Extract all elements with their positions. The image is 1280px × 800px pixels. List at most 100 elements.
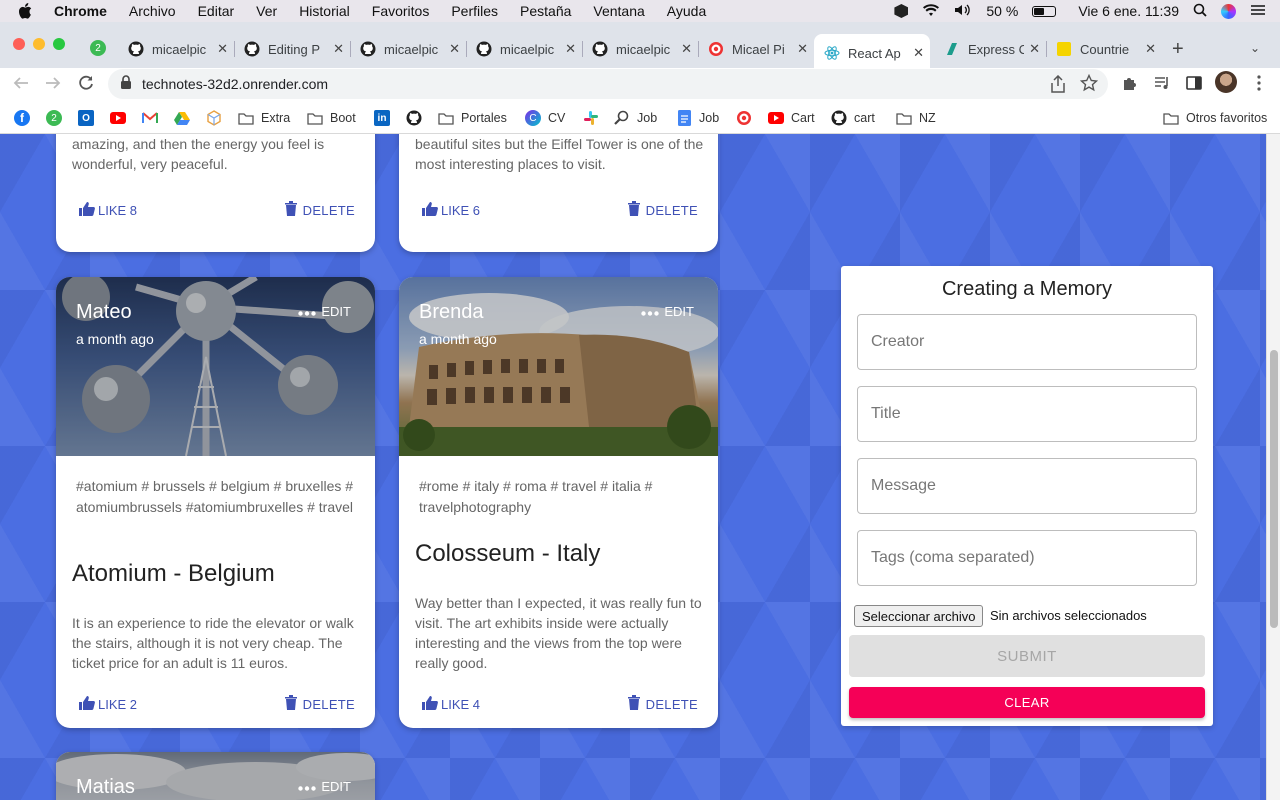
like-button[interactable]: LIKE 2 — [78, 695, 137, 714]
bookmark-github[interactable] — [406, 108, 429, 128]
tab-github-2[interactable]: micaelpic ✕ — [350, 34, 467, 64]
delete-button[interactable]: DELETE — [627, 695, 698, 713]
delete-button[interactable]: DELETE — [284, 695, 355, 713]
menu-app-name[interactable]: Chrome — [54, 3, 107, 19]
tab-close-icon[interactable]: ✕ — [565, 41, 576, 57]
bookmark-slack[interactable] — [583, 108, 606, 128]
menu-archivo[interactable]: Archivo — [129, 3, 176, 19]
forward-arrow-icon[interactable] — [44, 74, 62, 97]
tags-field[interactable] — [857, 530, 1197, 586]
media-queue-icon[interactable] — [1153, 74, 1171, 97]
control-center-icon[interactable] — [1250, 3, 1266, 19]
extensions-puzzle-icon[interactable] — [1121, 74, 1139, 97]
bookmark-facebook[interactable]: f — [14, 108, 37, 128]
menu-favoritos[interactable]: Favoritos — [372, 3, 430, 19]
edit-button[interactable]: EDIT — [298, 779, 351, 794]
tab-close-icon[interactable]: ✕ — [1029, 41, 1040, 57]
app-shield-icon[interactable] — [894, 4, 909, 18]
url-text[interactable]: technotes-32d2.onrender.com — [142, 76, 328, 92]
like-button[interactable]: LIKE 4 — [421, 695, 480, 714]
window-zoom-button[interactable] — [53, 38, 65, 50]
lock-icon[interactable] — [120, 74, 132, 94]
bookmark-gmail[interactable] — [142, 108, 165, 128]
apple-icon[interactable] — [18, 3, 36, 19]
bookmark-other-favorites[interactable]: Otros favoritos — [1163, 108, 1267, 128]
scrollbar-thumb[interactable] — [1270, 350, 1278, 628]
bookmark-boot[interactable]: Boot — [307, 108, 356, 128]
menu-pestana[interactable]: Pestaña — [520, 3, 571, 19]
side-panel-icon[interactable] — [1185, 74, 1203, 97]
bookmark-whatsapp[interactable]: 2 — [46, 108, 69, 128]
tab-close-icon[interactable]: ✕ — [1145, 41, 1156, 57]
bookmark-youtube[interactable] — [110, 108, 133, 128]
address-bar[interactable]: technotes-32d2.onrender.com — [108, 69, 1108, 99]
title-input[interactable] — [858, 387, 1196, 441]
edit-button[interactable]: EDIT — [641, 304, 694, 319]
tab-github-4[interactable]: micaelpic ✕ — [582, 34, 699, 64]
menu-editar[interactable]: Editar — [198, 3, 235, 19]
tab-github-1[interactable]: micaelpic ✕ — [118, 34, 235, 64]
like-button[interactable]: LIKE 6 — [421, 201, 480, 220]
spotlight-search-icon[interactable] — [1193, 3, 1207, 20]
bookmark-cart-youtube[interactable]: Cart — [768, 108, 815, 128]
delete-button[interactable]: DELETE — [627, 201, 698, 219]
tab-close-icon[interactable]: ✕ — [217, 41, 228, 57]
bookmark-outlook[interactable]: O — [78, 108, 101, 128]
title-field[interactable] — [857, 386, 1197, 442]
bookmark-cart-github[interactable]: cart — [831, 108, 875, 128]
bookmark-cube[interactable] — [206, 108, 229, 128]
tab-close-icon[interactable]: ✕ — [681, 41, 692, 57]
battery-icon[interactable] — [1032, 5, 1057, 17]
siri-icon[interactable] — [1221, 3, 1236, 19]
window-close-button[interactable] — [13, 38, 25, 50]
bookmark-drive[interactable] — [174, 108, 197, 128]
menubar-clock[interactable]: Vie 6 ene. 11:39 — [1078, 3, 1179, 19]
menu-ver[interactable]: Ver — [256, 3, 277, 19]
choose-file-button[interactable]: Seleccionar archivo — [854, 605, 984, 627]
tab-close-icon[interactable]: ✕ — [913, 45, 924, 61]
menu-ayuda[interactable]: Ayuda — [667, 3, 706, 19]
chrome-menu-icon[interactable] — [1256, 74, 1262, 97]
tab-close-icon[interactable]: ✕ — [449, 41, 460, 57]
menu-ventana[interactable]: Ventana — [593, 3, 644, 19]
tab-search-chevron-icon[interactable]: ⌄ — [1250, 41, 1260, 55]
creator-field[interactable] — [857, 314, 1197, 370]
menu-historial[interactable]: Historial — [299, 3, 350, 19]
tab-countries[interactable]: Countrie ✕ — [1046, 34, 1162, 64]
like-button[interactable]: LIKE 8 — [78, 201, 137, 220]
bookmark-linkedin[interactable]: in — [374, 108, 397, 128]
message-input[interactable] — [858, 459, 1196, 513]
bookmark-extra[interactable]: Extra — [238, 108, 290, 128]
tab-github-editing[interactable]: Editing P ✕ — [234, 34, 351, 64]
tab-react-app[interactable]: React Ap ✕ — [814, 34, 930, 72]
edit-button[interactable]: EDIT — [298, 304, 351, 319]
delete-button[interactable]: DELETE — [284, 201, 355, 219]
bookmark-job-search[interactable]: Job — [614, 108, 657, 128]
creator-input[interactable] — [858, 315, 1196, 369]
tab-close-icon[interactable]: ✕ — [797, 41, 808, 57]
tab-portfolio[interactable]: Micael Pi ✕ — [698, 34, 814, 64]
tags-input[interactable] — [858, 531, 1196, 585]
bookmark-job-doc[interactable]: Job — [676, 108, 719, 128]
page-scrollbar[interactable] — [1266, 134, 1280, 800]
window-minimize-button[interactable] — [33, 38, 45, 50]
share-icon[interactable] — [1050, 74, 1066, 98]
bookmark-portales[interactable]: Portales — [438, 108, 507, 128]
volume-icon[interactable] — [954, 3, 972, 20]
bookmark-star-icon[interactable] — [1079, 73, 1099, 97]
tab-github-3[interactable]: micaelpic ✕ — [466, 34, 583, 64]
bookmark-cv[interactable]: C CV — [525, 108, 565, 128]
clear-button[interactable]: CLEAR — [849, 687, 1205, 718]
pinned-tab-badge[interactable]: 2 — [90, 40, 106, 56]
submit-button[interactable]: SUBMIT — [849, 635, 1205, 677]
new-tab-button[interactable]: + — [1172, 38, 1184, 61]
menu-perfiles[interactable]: Perfiles — [451, 3, 498, 19]
message-field[interactable] — [857, 458, 1197, 514]
profile-avatar[interactable] — [1215, 71, 1237, 93]
bookmark-target[interactable] — [736, 108, 759, 128]
tab-close-icon[interactable]: ✕ — [333, 41, 344, 57]
tab-express[interactable]: Express C ✕ — [930, 34, 1047, 64]
reload-icon[interactable] — [77, 74, 95, 97]
bookmark-nz[interactable]: NZ — [896, 108, 936, 128]
back-arrow-icon[interactable] — [12, 74, 30, 97]
